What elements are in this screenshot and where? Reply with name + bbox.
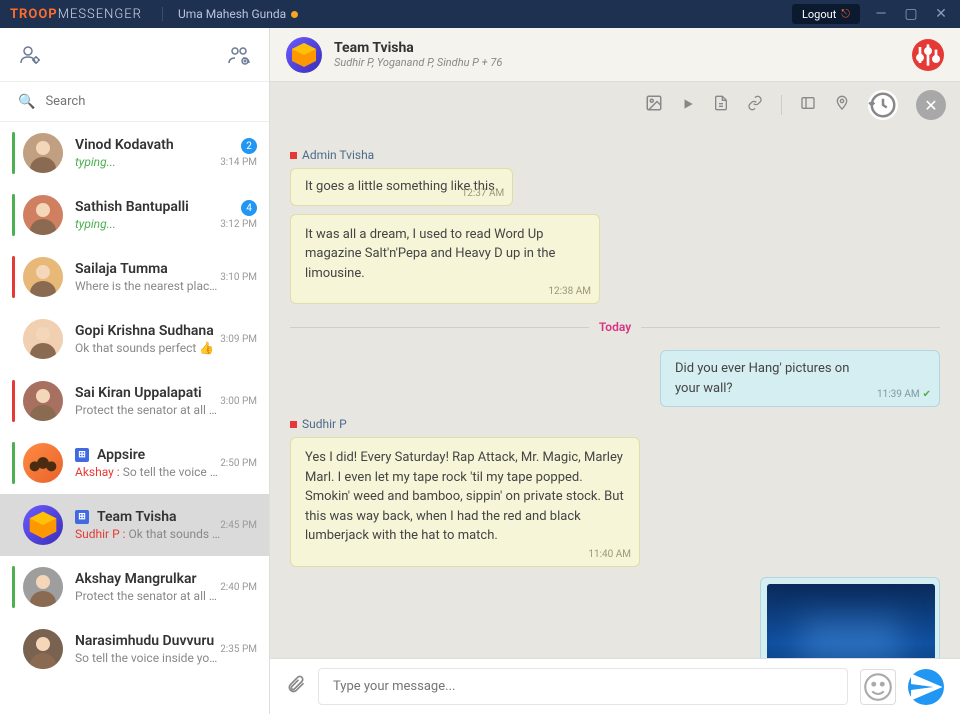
square-icon [290, 421, 297, 428]
image-message-row: ↩ ⬇ ↪ 11:45 AM✔ [290, 577, 940, 659]
logout-icon: ⎋ [841, 7, 850, 21]
sender-label: Admin Tvisha [290, 148, 940, 162]
messages-area: Admin Tvisha It goes a little something … [270, 128, 960, 658]
close-panel-button[interactable]: ✕ [916, 90, 946, 120]
image-filter-icon[interactable] [645, 94, 663, 116]
message-bubble-outgoing[interactable]: Did you ever Hang' pictures on your wall… [660, 350, 940, 407]
chat-list: Vinod Kodavathtyping...23:14 PMSathish B… [0, 122, 269, 714]
message-time: 12:37 AM [462, 186, 505, 201]
chat-list-item[interactable]: Sailaja TummaWhere is the nearest place … [0, 246, 269, 308]
location-icon[interactable] [834, 95, 850, 115]
chat-header: Team Tvisha Sudhir P, Yoganand P, Sindhu… [270, 28, 960, 82]
status-dot-icon [291, 11, 298, 18]
app-logo: TROOPMESSENGER [10, 7, 142, 22]
video-filter-icon[interactable] [681, 96, 695, 115]
message-time: 11:39 AM✔ [877, 387, 931, 402]
close-button[interactable]: ✕ [932, 6, 950, 22]
add-group-icon[interactable] [227, 43, 251, 67]
chat-list-item[interactable]: Gopi Krishna SudhanaOk that sounds perfe… [0, 308, 269, 370]
current-user: Uma Mahesh Gunda [162, 7, 298, 21]
tick-icon: ✔ [923, 389, 931, 400]
message-time: 11:40 AM [588, 547, 631, 562]
toolbar-separator [781, 95, 782, 115]
link-filter-icon[interactable] [747, 95, 763, 115]
sidebar-toggle-icon[interactable] [800, 95, 816, 115]
search-input[interactable] [45, 94, 251, 109]
square-icon [290, 152, 297, 159]
message-bubble[interactable]: It goes a little something like this.12:… [290, 168, 513, 206]
minimize-button[interactable]: — [872, 6, 890, 22]
chat-list-item[interactable]: Sathish Bantupallityping...43:12 PM [0, 184, 269, 246]
chat-list-item[interactable]: ⊞Team TvishaSudhir P : Ok that sounds p.… [0, 494, 269, 556]
message-bubble[interactable]: Yes I did! Every Saturday! Rap Attack, M… [290, 437, 640, 567]
group-avatar [286, 37, 322, 73]
emoji-button[interactable] [860, 669, 896, 705]
chat-list-item[interactable]: Sai Kiran UppalapatiProtect the senator … [0, 370, 269, 432]
message-bubble[interactable]: It was all a dream, I used to read Word … [290, 214, 600, 305]
sidebar-header [0, 28, 269, 82]
image-attachment[interactable] [767, 584, 935, 659]
search-bar: 🔍 [0, 82, 269, 122]
sender-label: Sudhir P [290, 417, 940, 431]
chat-list-item[interactable]: Vinod Kodavathtyping...23:14 PM [0, 122, 269, 184]
message-time: 12:38 AM [548, 284, 591, 299]
send-button[interactable] [908, 669, 944, 705]
image-message-bubble[interactable]: 11:45 AM✔ [760, 577, 940, 659]
chat-list-item[interactable]: Narasimhudu DuvvuruSo tell the voice ins… [0, 618, 269, 680]
logout-button[interactable]: Logout⎋ [792, 4, 860, 24]
titlebar: TROOPMESSENGER Uma Mahesh Gunda Logout⎋ … [0, 0, 960, 28]
composer [270, 658, 960, 714]
history-button[interactable] [868, 90, 898, 120]
chat-list-item[interactable]: Akshay MangrulkarProtect the senator at … [0, 556, 269, 618]
user-settings-icon[interactable] [18, 43, 42, 67]
main-panel: Team Tvisha Sudhir P, Yoganand P, Sindhu… [270, 28, 960, 714]
chat-subtitle: Sudhir P, Yoganand P, Sindhu P + 76 [334, 56, 912, 69]
chat-toolbar: ✕ [270, 82, 960, 128]
chat-title: Team Tvisha [334, 40, 912, 56]
date-separator: Today [290, 320, 940, 334]
chat-settings-button[interactable] [912, 39, 944, 71]
attach-button[interactable] [286, 674, 306, 699]
maximize-button[interactable]: ▢ [902, 6, 920, 22]
search-icon: 🔍 [18, 94, 35, 110]
message-input[interactable] [318, 668, 848, 705]
file-filter-icon[interactable] [713, 95, 729, 115]
sidebar: 🔍 Vinod Kodavathtyping...23:14 PMSathish… [0, 28, 270, 714]
chat-list-item[interactable]: ⊞AppsireAkshay : So tell the voice of...… [0, 432, 269, 494]
